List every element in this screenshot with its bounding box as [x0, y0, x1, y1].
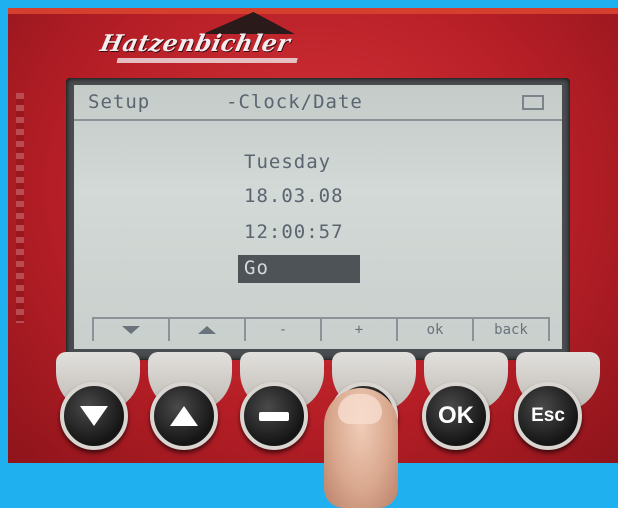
time-value[interactable]: 12:00:57	[244, 221, 344, 243]
softkey-down[interactable]	[92, 319, 168, 341]
up-button[interactable]	[150, 382, 218, 450]
screen-title: -Clock/Date	[226, 91, 363, 113]
arrow-up-icon	[198, 326, 216, 334]
minus-button[interactable]	[240, 382, 308, 450]
arrow-down-icon	[80, 406, 108, 426]
ok-label: OK	[438, 402, 474, 429]
go-option[interactable]: Go	[244, 257, 269, 279]
softkey-plus[interactable]: +	[320, 319, 396, 341]
menu-label: Setup	[88, 91, 151, 113]
side-indicator-strip	[16, 93, 24, 323]
esc-button[interactable]: Esc	[514, 382, 582, 450]
pressing-finger	[324, 388, 398, 508]
date-value[interactable]: 18.03.08	[244, 185, 344, 207]
control-panel: Hatzenbichler Setup -Clock/Date Tuesday …	[8, 8, 618, 463]
minus-icon	[259, 411, 289, 421]
ok-button[interactable]: OK	[422, 382, 490, 450]
esc-label: Esc	[531, 405, 565, 426]
arrow-down-icon	[122, 326, 140, 334]
weekday-value[interactable]: Tuesday	[244, 151, 331, 173]
battery-icon	[522, 95, 544, 110]
brand-logo: Hatzenbichler	[96, 12, 313, 64]
softkey-bar: - + ok back	[92, 317, 550, 341]
softkey-minus[interactable]: -	[244, 319, 320, 341]
arrow-up-icon	[170, 406, 198, 426]
lcd-screen: Setup -Clock/Date Tuesday 18.03.08 12:00…	[74, 85, 562, 349]
top-edge	[8, 8, 618, 14]
logo-underline	[116, 58, 298, 63]
down-button[interactable]	[60, 382, 128, 450]
brand-name: Hatzenbichler	[97, 30, 293, 57]
softkey-ok[interactable]: ok	[396, 319, 472, 341]
fingernail	[338, 394, 382, 424]
hardware-button-row: OK Esc	[8, 352, 618, 463]
softkey-up[interactable]	[168, 319, 244, 341]
lcd-header: Setup -Clock/Date	[74, 85, 562, 121]
softkey-back[interactable]: back	[472, 319, 550, 341]
